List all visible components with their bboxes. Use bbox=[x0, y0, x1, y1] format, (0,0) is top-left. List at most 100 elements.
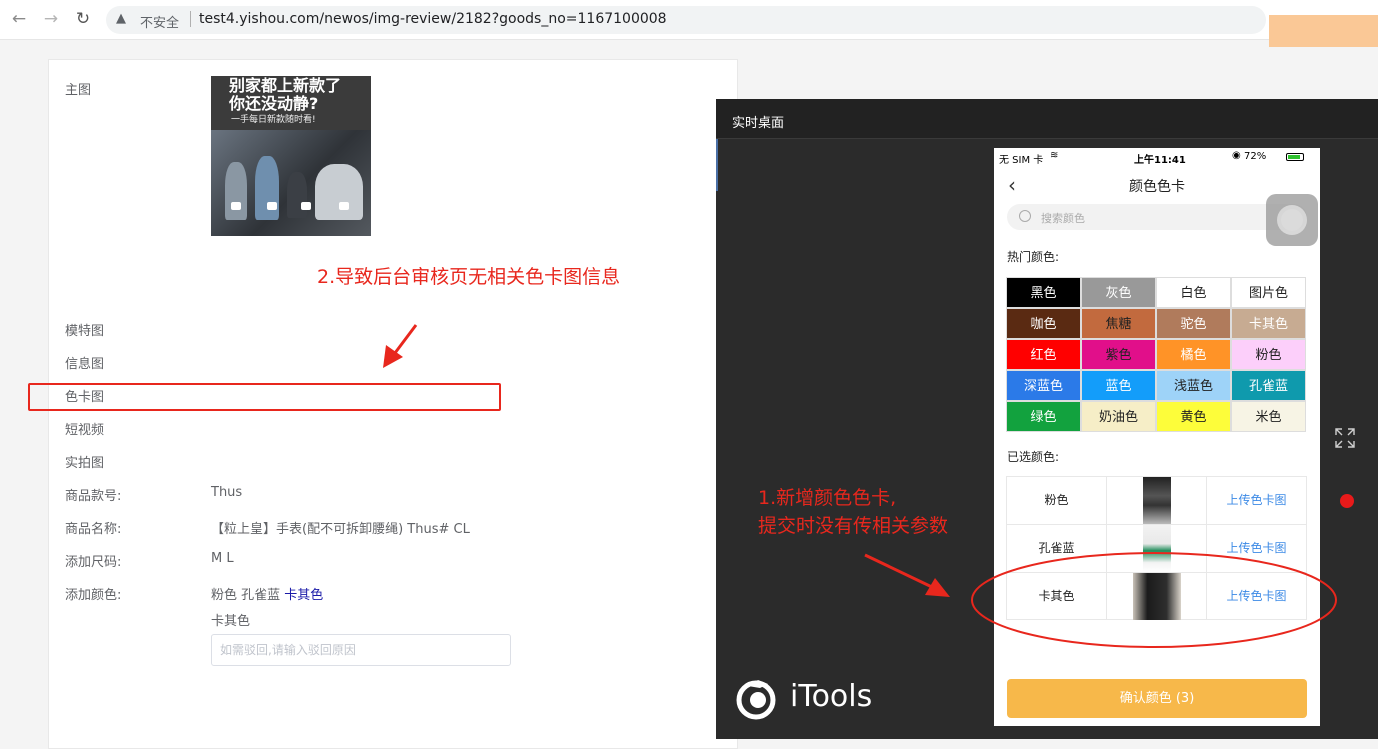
color-swatch[interactable]: 红色 bbox=[1006, 339, 1081, 370]
reject-reason-input[interactable] bbox=[211, 634, 511, 666]
color-search-input[interactable]: 搜索颜色 bbox=[1007, 204, 1307, 230]
model-image-label: 模特图 bbox=[65, 324, 105, 339]
back-arrow-icon[interactable]: ← bbox=[8, 8, 30, 30]
selected-color-name: 孔雀蓝 bbox=[1007, 525, 1107, 572]
selected-color-row: 粉色 上传色卡图 bbox=[1007, 477, 1306, 525]
assistive-touch-button[interactable] bbox=[1266, 194, 1318, 246]
upload-color-card-link[interactable]: 上传色卡图 bbox=[1207, 573, 1306, 620]
hot-colors-label: 热门颜色: bbox=[1007, 250, 1060, 264]
real-photo-label: 实拍图 bbox=[65, 456, 105, 471]
expand-icon[interactable] bbox=[1334, 427, 1356, 449]
gift-icon bbox=[231, 202, 241, 210]
carrier-status: 无 SIM 卡 bbox=[999, 155, 1044, 166]
colors-value: 粉色 孔雀蓝 卡其色 bbox=[211, 584, 323, 603]
extension-badge bbox=[1269, 15, 1378, 47]
color-swatch[interactable]: 焦糖 bbox=[1081, 308, 1156, 339]
color-swatch[interactable]: 奶油色 bbox=[1081, 401, 1156, 432]
search-placeholder: 搜索颜色 bbox=[1041, 212, 1085, 225]
remote-desktop-titlebar: 实时桌面 bbox=[716, 99, 1378, 139]
battery-percent: 72% bbox=[1244, 151, 1267, 162]
annotation-note-2: 2.导致后台审核页无相关色卡图信息 bbox=[317, 266, 621, 288]
chat-icon bbox=[301, 202, 311, 210]
phone-screen[interactable]: 无 SIM 卡 ≋ 上午11:41 72% ◉ ‹ 颜色色卡 搜索颜色 热门颜色… bbox=[994, 148, 1320, 726]
color-swatch[interactable]: 绿色 bbox=[1006, 401, 1081, 432]
color-card-thumbnail[interactable] bbox=[1143, 525, 1171, 572]
style-no-value: Thus bbox=[211, 485, 243, 500]
orientation-lock-icon: ◉ bbox=[1232, 150, 1241, 161]
thumb-cell bbox=[1107, 573, 1207, 620]
main-image-label: 主图 bbox=[65, 83, 92, 98]
style-no-label: 商品款号: bbox=[65, 489, 122, 504]
color-swatch[interactable]: 粉色 bbox=[1231, 339, 1306, 370]
colors-plain: 粉色 孔雀蓝 bbox=[211, 588, 281, 603]
color-swatch[interactable]: 灰色 bbox=[1081, 277, 1156, 308]
warning-icon: ▲ bbox=[116, 11, 126, 26]
main-product-image[interactable]: 别家都上新款了 你还没动静? 一手每日新款随时看! bbox=[211, 76, 371, 236]
itools-brand-text: iTools bbox=[790, 679, 873, 714]
phone-page-title: 颜色色卡 bbox=[1129, 179, 1185, 195]
cart-icon bbox=[267, 202, 277, 210]
colors-label: 添加颜色: bbox=[65, 588, 122, 603]
info-image-label: 信息图 bbox=[65, 357, 105, 372]
product-name-value: 【粒上皇】手表(配不可拆卸腰绳) Thus# CL bbox=[211, 522, 470, 537]
color-swatch[interactable]: 孔雀蓝 bbox=[1231, 370, 1306, 401]
short-video-label: 短视频 bbox=[65, 423, 105, 438]
main-image-subline: 一手每日新款随时看! bbox=[231, 115, 316, 125]
annotation-note-1-line2: 提交时没有传相关参数 bbox=[758, 515, 949, 537]
browser-toolbar: ← → ↻ ▲ 不安全 test4.yishou.com/newos/img-r… bbox=[0, 0, 1378, 40]
forward-arrow-icon[interactable]: → bbox=[40, 8, 62, 30]
remote-desktop-title: 实时桌面 bbox=[732, 116, 785, 131]
color-swatch[interactable]: 黄色 bbox=[1156, 401, 1231, 432]
color-swatch[interactable]: 咖色 bbox=[1006, 308, 1081, 339]
color-swatch[interactable]: 白色 bbox=[1156, 277, 1231, 308]
color-swatch[interactable]: 黑色 bbox=[1006, 277, 1081, 308]
selected-color-row: 卡其色 上传色卡图 bbox=[1007, 573, 1306, 621]
color-swatch[interactable]: 深蓝色 bbox=[1006, 370, 1081, 401]
color-swatch[interactable]: 浅蓝色 bbox=[1156, 370, 1231, 401]
thumb-cell bbox=[1107, 525, 1207, 572]
image-figure bbox=[225, 162, 247, 220]
security-status[interactable]: 不安全 bbox=[140, 12, 179, 31]
itools-logo-icon bbox=[736, 680, 776, 720]
upload-color-card-link[interactable]: 上传色卡图 bbox=[1207, 525, 1306, 572]
image-figure bbox=[315, 164, 363, 220]
selected-color-row: 孔雀蓝 上传色卡图 bbox=[1007, 525, 1306, 573]
sizes-value: M L bbox=[211, 551, 234, 566]
selected-color-name: 粉色 bbox=[1007, 477, 1107, 524]
color-swatch[interactable]: 卡其色 bbox=[1231, 308, 1306, 339]
battery-icon bbox=[1286, 153, 1304, 161]
color-swatch[interactable]: 驼色 bbox=[1156, 308, 1231, 339]
confirm-colors-button[interactable]: 确认颜色 (3) bbox=[1007, 679, 1307, 718]
color-swatch[interactable]: 紫色 bbox=[1081, 339, 1156, 370]
reload-icon[interactable]: ↻ bbox=[72, 8, 94, 30]
selected-color-name: 卡其色 bbox=[1007, 573, 1107, 620]
color-swatch[interactable]: 米色 bbox=[1231, 401, 1306, 432]
thumbs-up-icon bbox=[339, 202, 349, 210]
sizes-label: 添加尺码: bbox=[65, 555, 122, 570]
remote-desktop-window: 实时桌面 无 SIM 卡 ≋ 上午11:41 72% ◉ ‹ 颜色色卡 搜索颜色… bbox=[716, 99, 1378, 739]
product-name-label: 商品名称: bbox=[65, 522, 122, 537]
url-divider bbox=[190, 11, 191, 27]
address-bar[interactable]: ▲ 不安全 test4.yishou.com/newos/img-review/… bbox=[106, 6, 1266, 34]
upload-color-card-link[interactable]: 上传色卡图 bbox=[1207, 477, 1306, 524]
color-swatch[interactable]: 蓝色 bbox=[1081, 370, 1156, 401]
color-sub-label: 卡其色 bbox=[211, 614, 251, 629]
color-swatch[interactable]: 图片色 bbox=[1231, 277, 1306, 308]
search-icon bbox=[1019, 210, 1031, 222]
selected-colors-label: 已选颜色: bbox=[1007, 450, 1060, 464]
annotation-note-1-line1: 1.新增颜色色卡, bbox=[758, 487, 897, 509]
phone-status-bar: 无 SIM 卡 ≋ 上午11:41 72% ◉ bbox=[994, 148, 1320, 166]
selected-colors-table: 粉色 上传色卡图 孔雀蓝 上传色卡图 卡其色 上传色卡图 bbox=[1006, 476, 1307, 620]
image-figure bbox=[287, 172, 307, 218]
url-text[interactable]: test4.yishou.com/newos/img-review/2182?g… bbox=[199, 11, 667, 27]
record-indicator[interactable] bbox=[1340, 494, 1354, 508]
status-time: 上午11:41 bbox=[1134, 155, 1186, 166]
image-figure bbox=[255, 156, 279, 220]
thumb-cell bbox=[1107, 477, 1207, 524]
color-card-thumbnail[interactable] bbox=[1143, 477, 1171, 524]
color-card-thumbnail[interactable] bbox=[1133, 573, 1181, 620]
wifi-icon: ≋ bbox=[1050, 150, 1059, 161]
color-swatch[interactable]: 橘色 bbox=[1156, 339, 1231, 370]
highlight-rectangle bbox=[28, 383, 501, 411]
colors-highlight: 卡其色 bbox=[284, 588, 324, 603]
